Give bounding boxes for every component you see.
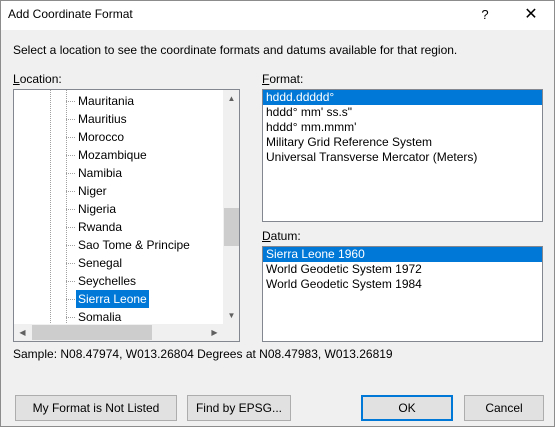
location-item[interactable]: Mauritania [14, 92, 224, 110]
location-item[interactable]: Morocco [14, 128, 224, 146]
tree-connector [66, 155, 75, 156]
location-vertical-scrollbar[interactable]: ▲ ▼ [223, 90, 239, 324]
format-option[interactable]: Military Grid Reference System [263, 135, 542, 150]
format-listbox[interactable]: hddd.ddddd° hddd° mm' ss.s" hddd° mm.mmm' M… [262, 89, 543, 222]
location-item[interactable]: Mozambique [14, 146, 224, 164]
find-by-epsg-button[interactable]: Find by EPSG... [187, 395, 291, 421]
tree-connector [66, 245, 75, 246]
tree-connector [66, 263, 75, 264]
cancel-button[interactable]: Cancel [464, 395, 544, 421]
location-item[interactable]: Mauritius [14, 110, 224, 128]
location-item[interactable]: Namibia [14, 164, 224, 182]
location-tree[interactable]: Mauritania Mauritius Morocco Mozambique Nami… [13, 89, 240, 342]
datum-option[interactable]: World Geodetic System 1984 [263, 277, 542, 292]
datum-listbox[interactable]: Sierra Leone 1960 World Geodetic System 1… [262, 246, 543, 342]
tree-connector [66, 281, 75, 282]
location-item-label: Nigeria [78, 202, 117, 216]
tree-connector [66, 137, 75, 138]
format-label: Format: [262, 72, 304, 86]
location-item-label: Sierra Leone [76, 290, 149, 308]
tree-connector [66, 209, 75, 210]
datum-option[interactable]: World Geodetic System 1972 [263, 262, 542, 277]
scroll-right-icon[interactable]: ▶ [206, 324, 223, 341]
location-item[interactable]: Nigeria [14, 200, 224, 218]
instructions-text: Select a location to see the coordinate … [13, 43, 458, 57]
scrollbar-corner [223, 324, 239, 341]
location-item[interactable]: Rwanda [14, 218, 224, 236]
sample-text: Sample: N08.47974, W013.26804 Degrees at… [13, 347, 393, 361]
location-item-label: Niger [78, 184, 107, 198]
help-button[interactable]: ? [462, 1, 508, 30]
location-item-label: Mauritius [78, 112, 127, 126]
location-item[interactable]: Niger [14, 182, 224, 200]
tree-connector [66, 191, 75, 192]
scroll-up-icon[interactable]: ▲ [223, 90, 239, 107]
close-button[interactable]: ✕ [508, 1, 554, 30]
scroll-down-icon[interactable]: ▼ [223, 307, 239, 324]
format-option[interactable]: Universal Transverse Mercator (Meters) [263, 150, 542, 165]
vertical-scroll-thumb[interactable] [224, 208, 239, 246]
title-bar: Add Coordinate Format ? ✕ [1, 1, 554, 30]
tree-connector [66, 299, 75, 300]
ok-button[interactable]: OK [361, 395, 453, 421]
location-item-label: Mozambique [78, 148, 147, 162]
location-item-label: Seychelles [78, 274, 137, 288]
location-item[interactable]: Seychelles [14, 272, 224, 290]
scroll-left-icon[interactable]: ◀ [14, 324, 31, 341]
location-item-label: Mauritania [78, 94, 135, 108]
datum-label: Datum: [262, 229, 301, 243]
location-item[interactable]: Sao Tome & Principe [14, 236, 224, 254]
location-item-label: Morocco [78, 130, 125, 144]
location-horizontal-scrollbar[interactable]: ◀ ▶ [14, 324, 223, 341]
location-item[interactable]: Sierra Leone [14, 290, 224, 308]
horizontal-scroll-thumb[interactable] [32, 325, 152, 340]
format-option[interactable]: hddd° mm' ss.s" [263, 105, 542, 120]
location-item-label: Namibia [78, 166, 123, 180]
add-coordinate-format-dialog: Add Coordinate Format ? ✕ Select a locat… [0, 0, 555, 427]
location-item-label: Senegal [78, 256, 123, 270]
format-option[interactable]: hddd° mm.mmm' [263, 120, 542, 135]
tree-connector [66, 101, 75, 102]
location-item-label: Sao Tome & Principe [78, 238, 190, 252]
location-item-label: Rwanda [78, 220, 123, 234]
location-item[interactable]: Senegal [14, 254, 224, 272]
datum-option[interactable]: Sierra Leone 1960 [263, 247, 542, 262]
format-not-listed-button[interactable]: My Format is Not Listed [15, 395, 177, 421]
tree-connector [66, 317, 75, 318]
window-title: Add Coordinate Format [8, 7, 133, 21]
tree-connector [66, 227, 75, 228]
tree-connector [66, 119, 75, 120]
location-label: Location: [13, 72, 62, 86]
tree-connector [66, 173, 75, 174]
format-option[interactable]: hddd.ddddd° [263, 90, 542, 105]
